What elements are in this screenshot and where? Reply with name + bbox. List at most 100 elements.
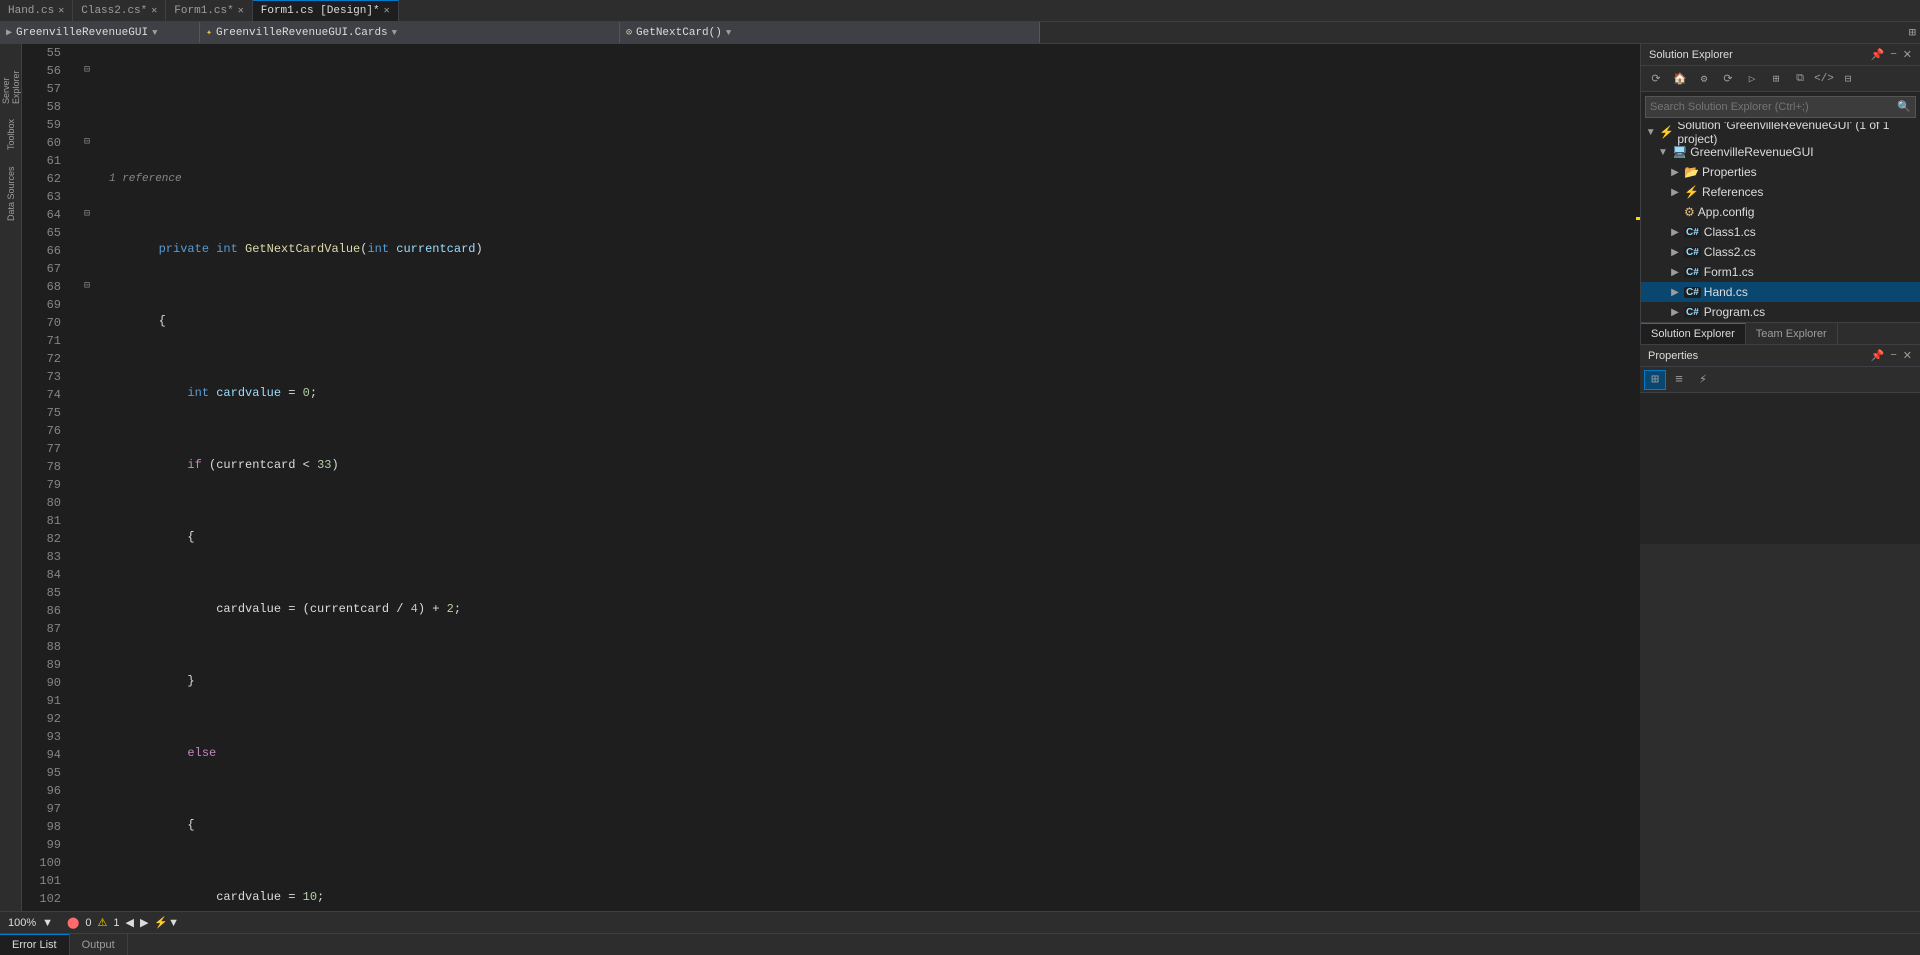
tree-label-form1: Form1.cs	[1704, 265, 1754, 279]
se-toolbar-btn-4[interactable]: ⟳	[1717, 69, 1739, 89]
project-dropdown-arrow: ▼	[152, 28, 157, 38]
code-line-59: if (currentcard < 33)	[101, 456, 1626, 474]
tree-label-properties: Properties	[1702, 165, 1757, 179]
zoom-level[interactable]: 100%	[8, 917, 36, 929]
code-line-60: {	[101, 528, 1626, 546]
nav-forward-button[interactable]: ▶	[140, 916, 148, 929]
collapse-56[interactable]: ⊟	[77, 62, 97, 80]
properties-close-button[interactable]: ✕	[1903, 349, 1912, 362]
se-toolbar-btn-7[interactable]: ⧉	[1789, 69, 1811, 89]
tree-label-hand: Hand.cs	[1704, 285, 1748, 299]
code-line-58: int cardvalue = 0;	[101, 384, 1626, 402]
se-tab-solution-explorer[interactable]: Solution Explorer	[1641, 323, 1746, 344]
nav-expand-button[interactable]: ⊞	[1905, 25, 1920, 40]
bottom-tabs: Error List Output	[0, 933, 1920, 955]
bottom-tab-output[interactable]: Output	[70, 934, 128, 955]
tab-bar: Hand.cs ✕ Class2.cs* ✕ Form1.cs* ✕ Form1…	[0, 0, 1920, 22]
line-numbers: 55 56 57 58 59 60 61 62 63 64 65 66 67 6…	[22, 44, 77, 911]
solution-explorer-search[interactable]: 🔍	[1645, 96, 1916, 118]
nav-back-button[interactable]: ◀	[125, 916, 133, 929]
solution-explorer-search-input[interactable]	[1646, 101, 1893, 113]
tree-item-references[interactable]: ▶ ⚡ References	[1641, 182, 1920, 202]
tab-form1-cs[interactable]: Form1.cs* ✕	[166, 0, 252, 21]
se-close-button[interactable]: ✕	[1903, 48, 1912, 61]
method-dropdown-label: GetNextCard()	[636, 27, 722, 39]
se-toolbar-btn-6[interactable]: ⊞	[1765, 69, 1787, 89]
tab-form1-design-close[interactable]: ✕	[384, 5, 390, 17]
code-editor[interactable]: 1 reference private int GetNextCardValue…	[97, 44, 1626, 911]
scroll-mark-warning	[1636, 217, 1640, 220]
search-icon: 🔍	[1893, 100, 1915, 114]
solution-explorer-panel: Solution Explorer 📌 − ✕ ⟳ 🏠 ⚙ ⟳ ▷ ⊞ ⧉ </…	[1640, 44, 1920, 344]
sidebar-toolbox[interactable]: Toolbox	[0, 104, 22, 164]
error-count: 0	[85, 917, 91, 929]
properties-content	[1640, 393, 1920, 544]
tree-item-class2[interactable]: ▶ C# Class2.cs	[1641, 242, 1920, 262]
se-pin-button[interactable]: 📌	[1871, 48, 1885, 61]
nav-bar: ▶ GreenvilleRevenueGUI ▼ ✦ GreenvilleRev…	[0, 22, 1920, 44]
tab-hand-cs-close[interactable]: ✕	[58, 5, 64, 17]
se-toolbar-btn-2[interactable]: 🏠	[1669, 69, 1691, 89]
scroll-indicator-bar[interactable]	[1626, 44, 1640, 911]
se-tab-team-explorer[interactable]: Team Explorer	[1746, 323, 1838, 344]
collapse-76[interactable]: ⊟	[77, 206, 97, 224]
bottom-tab-error-list[interactable]: Error List	[0, 934, 70, 955]
tab-class2-cs-close[interactable]: ✕	[151, 5, 157, 17]
zoom-dropdown-arrow[interactable]: ▼	[42, 917, 53, 929]
solution-explorer-title-bar: Solution Explorer 📌 − ✕	[1641, 44, 1920, 66]
tab-class2-cs-label: Class2.cs*	[81, 5, 147, 17]
solution-explorer-tree: ▼ ⚡ Solution 'GreenvilleRevenueGUI' (1 o…	[1641, 122, 1920, 322]
properties-panel: Properties 📌 − ✕ ⊞ ≡ ⚡	[1640, 344, 1920, 544]
collapse-82[interactable]: ⊟	[77, 278, 97, 296]
solution-explorer-toolbar: ⟳ 🏠 ⚙ ⟳ ▷ ⊞ ⧉ </> ⊟	[1641, 66, 1920, 92]
solution-explorer-title: Solution Explorer	[1649, 49, 1733, 61]
tree-item-appconfig[interactable]: ⚙ App.config	[1641, 202, 1920, 222]
properties-events-btn[interactable]: ⚡	[1692, 370, 1714, 390]
toolbar-extra-btn[interactable]: ⚡▼	[154, 916, 179, 929]
tree-item-program[interactable]: ▶ C# Program.cs	[1641, 302, 1920, 322]
tree-label-class1: Class1.cs	[1704, 225, 1756, 239]
tab-class2-cs[interactable]: Class2.cs* ✕	[73, 0, 166, 21]
method-dropdown[interactable]: ⊙ GetNextCard() ▼	[620, 22, 1040, 43]
tab-hand-cs-label: Hand.cs	[8, 5, 54, 17]
project-dropdown[interactable]: ▶ GreenvilleRevenueGUI ▼	[0, 22, 200, 43]
error-icon: ⬤	[67, 916, 79, 929]
method-dropdown-arrow: ▼	[726, 28, 731, 38]
se-toolbar-btn-5[interactable]: ▷	[1741, 69, 1763, 89]
sidebar-data-sources[interactable]: Data Sources	[0, 164, 22, 224]
sidebar-server-explorer[interactable]: Server Explorer	[0, 44, 22, 104]
properties-minimize-button[interactable]: −	[1890, 349, 1896, 362]
namespace-dropdown[interactable]: ✦ GreenvilleRevenueGUI.Cards ▼	[200, 22, 620, 43]
solution-explorer-controls: 📌 − ✕	[1871, 48, 1912, 61]
properties-toolbar: ⊞ ≡ ⚡	[1640, 367, 1920, 393]
editor-area: 55 56 57 58 59 60 61 62 63 64 65 66 67 6…	[22, 44, 1640, 911]
tab-form1-cs-label: Form1.cs*	[174, 5, 233, 17]
se-toolbar-btn-1[interactable]: ⟳	[1645, 69, 1667, 89]
se-toolbar-btn-9[interactable]: ⊟	[1837, 69, 1859, 89]
code-line-63: else	[101, 744, 1626, 762]
properties-categorized-btn[interactable]: ≡	[1668, 370, 1690, 390]
tab-form1-cs-close[interactable]: ✕	[238, 5, 244, 17]
code-gutter: ⊟ ⊟ ⊟ ⊟	[77, 44, 97, 911]
se-toolbar-btn-8[interactable]: </>	[1813, 69, 1835, 89]
collapse-71[interactable]: ⊟	[77, 134, 97, 152]
tab-hand-cs[interactable]: Hand.cs ✕	[0, 0, 73, 21]
properties-grid-view-btn[interactable]: ⊞	[1644, 370, 1666, 390]
tree-label-project: GreenvilleRevenueGUI	[1690, 145, 1813, 159]
right-panel: Solution Explorer 📌 − ✕ ⟳ 🏠 ⚙ ⟳ ▷ ⊞ ⧉ </…	[1640, 44, 1920, 911]
code-line-57: {	[101, 312, 1626, 330]
properties-pin-button[interactable]: 📌	[1871, 349, 1885, 362]
tree-item-solution[interactable]: ▼ ⚡ Solution 'GreenvilleRevenueGUI' (1 o…	[1641, 122, 1920, 142]
tree-item-form1[interactable]: ▶ C# Form1.cs	[1641, 262, 1920, 282]
code-line-61: cardvalue = (currentcard / 4) + 2;	[101, 600, 1626, 618]
tree-item-properties[interactable]: ▶ 📂 Properties	[1641, 162, 1920, 182]
se-toolbar-btn-3[interactable]: ⚙	[1693, 69, 1715, 89]
warning-icon: ⚠	[97, 916, 107, 929]
tree-label-program: Program.cs	[1704, 305, 1765, 319]
tree-item-class1[interactable]: ▶ C# Class1.cs	[1641, 222, 1920, 242]
tree-item-hand[interactable]: ▶ C# Hand.cs	[1641, 282, 1920, 302]
se-minimize-button[interactable]: −	[1890, 48, 1896, 61]
zoom-bar: 100% ▼ ⬤ 0 ⚠ 1 ◀ ▶ ⚡▼	[0, 911, 1920, 933]
tree-label-references: References	[1702, 185, 1763, 199]
tab-form1-design[interactable]: Form1.cs [Design]* ✕	[253, 0, 399, 21]
